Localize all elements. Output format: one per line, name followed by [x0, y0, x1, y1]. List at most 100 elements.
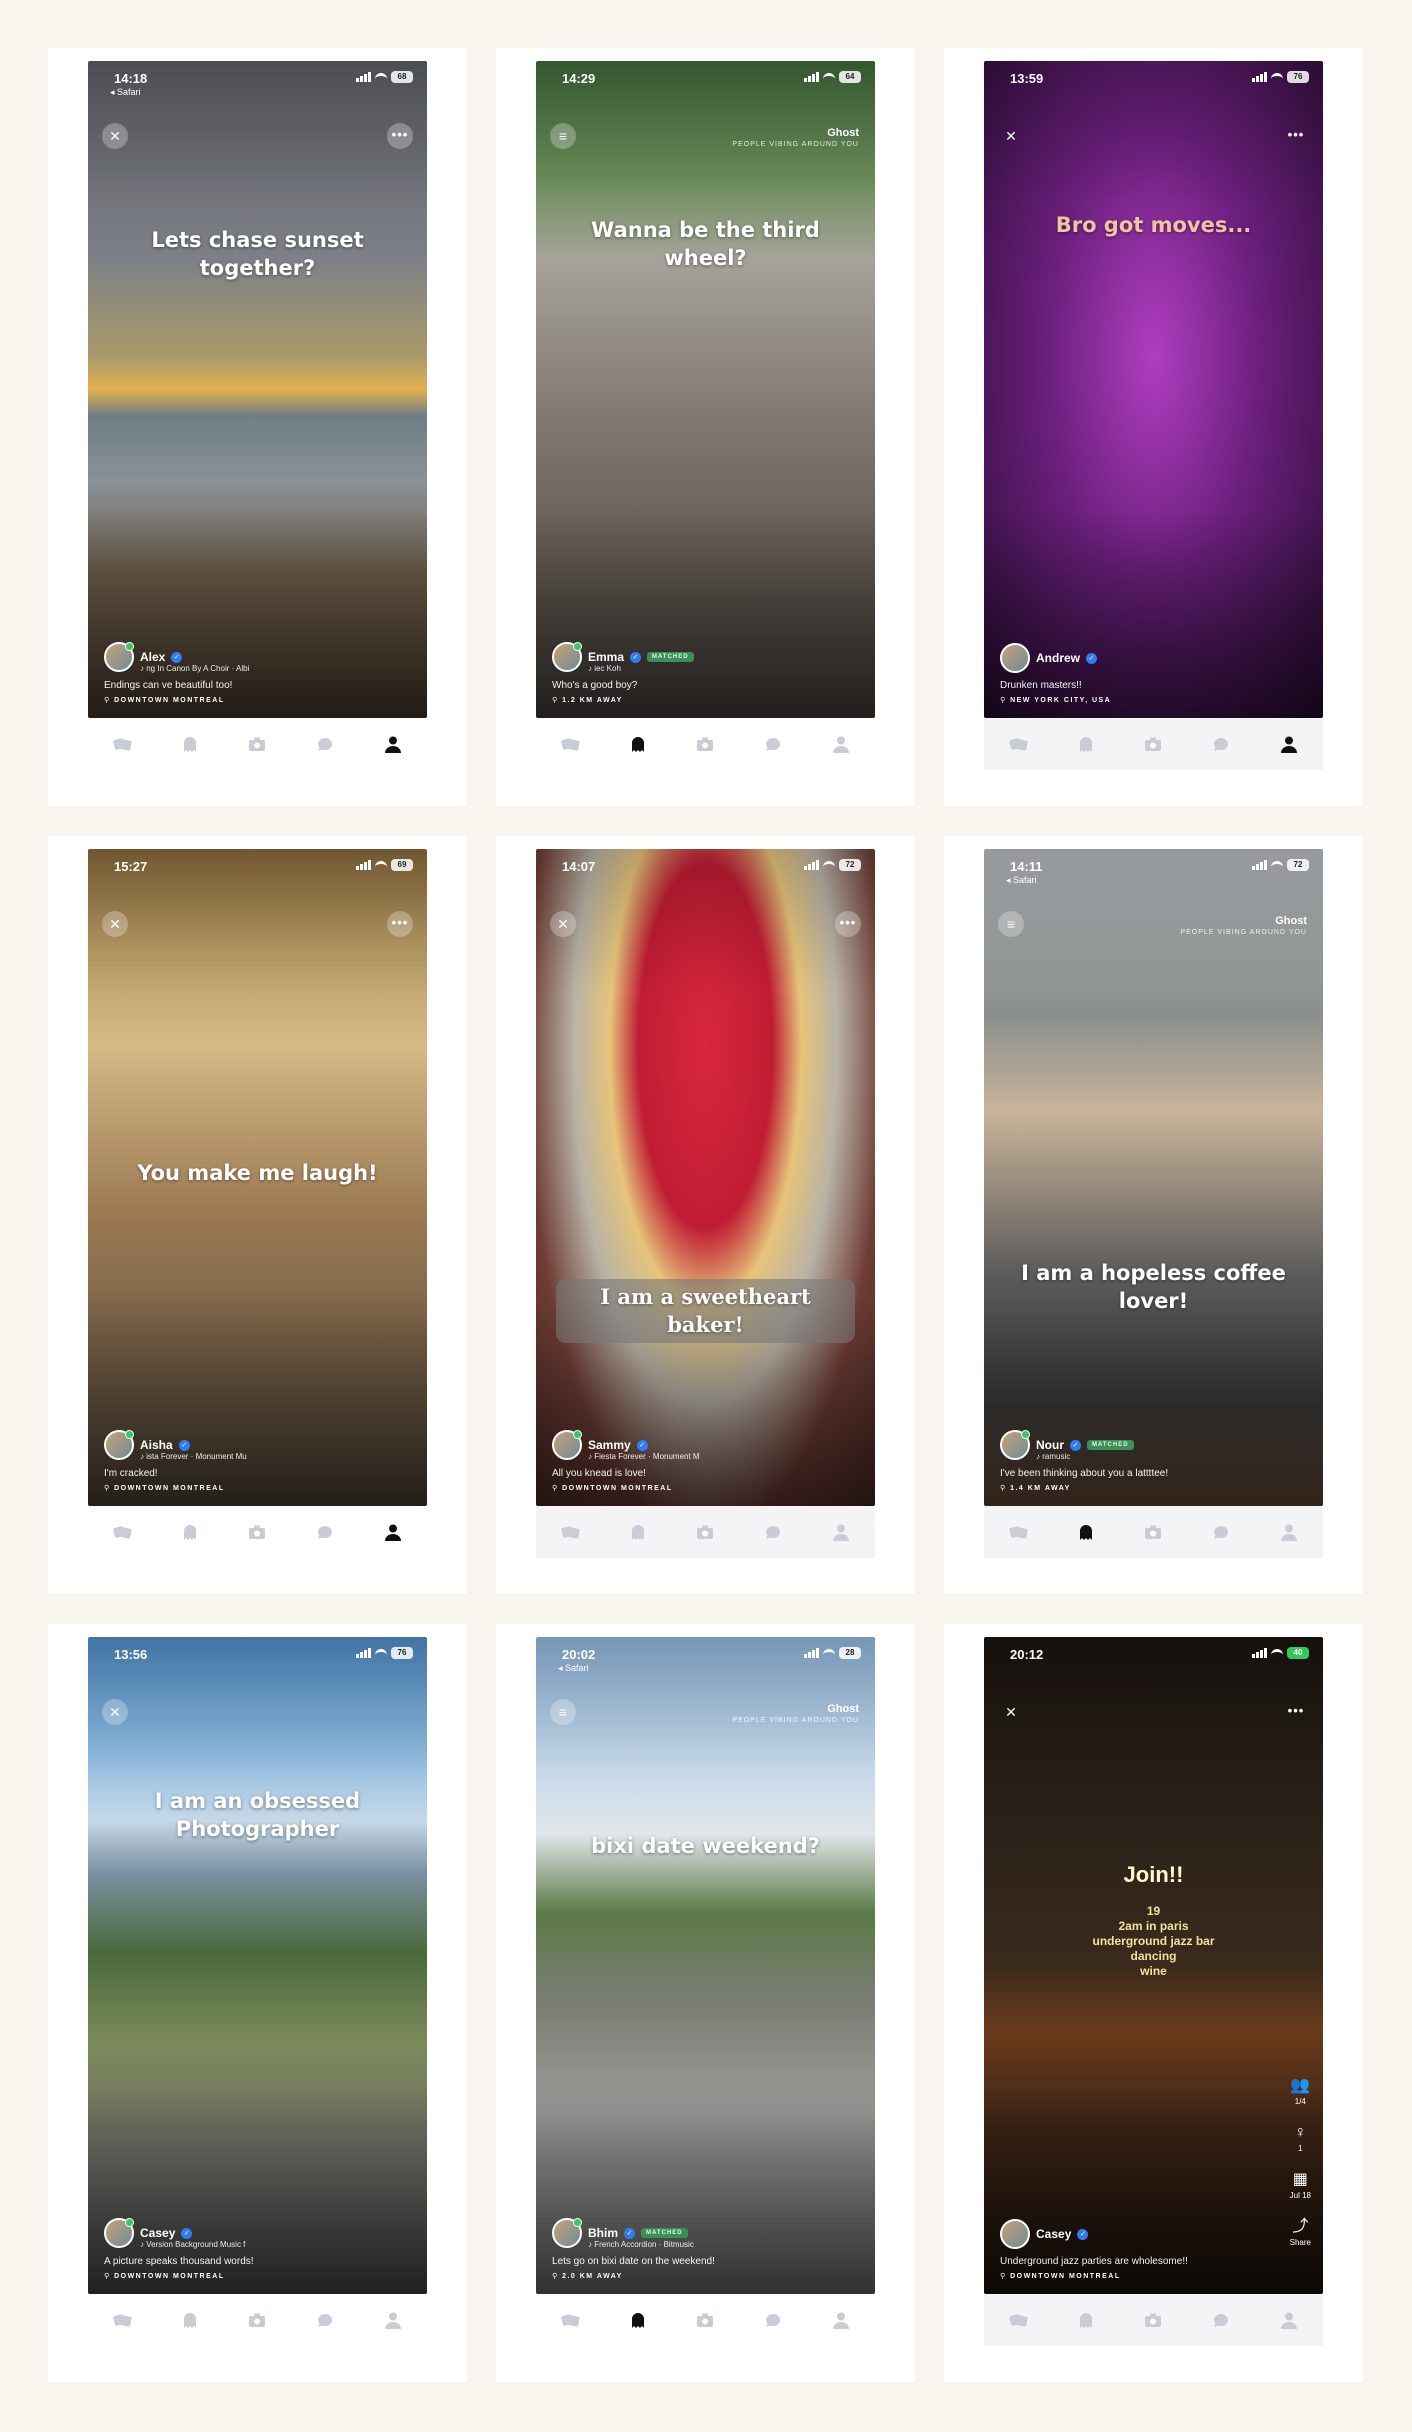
battery-icon: 72: [1287, 859, 1309, 871]
tab-profile[interactable]: [1278, 2309, 1300, 2331]
back-to-safari-link[interactable]: ◂ Safari: [558, 1663, 589, 1674]
tab-profile[interactable]: [382, 1521, 404, 1543]
more-icon[interactable]: •••: [835, 911, 861, 937]
tab-chat[interactable]: [1210, 2309, 1232, 2331]
music-track[interactable]: ♪ ramusic: [1036, 1452, 1307, 1461]
tab-ghost[interactable]: [627, 733, 649, 755]
music-track[interactable]: ♪ ng In Canon By A Choir · Albi: [140, 664, 411, 673]
user-name[interactable]: Alex: [140, 650, 165, 664]
location-text: DOWNTOWN MONTREAL: [1010, 2273, 1121, 2280]
tab-profile[interactable]: [382, 733, 404, 755]
user-name[interactable]: Casey: [140, 2226, 175, 2240]
back-to-safari-link[interactable]: ◂ Safari: [110, 87, 141, 98]
user-name[interactable]: Bhim: [588, 2226, 618, 2240]
music-track[interactable]: ♪ iec Koh: [588, 664, 859, 673]
filter-icon[interactable]: ≡: [550, 1699, 576, 1725]
close-icon[interactable]: ✕: [102, 911, 128, 937]
close-icon[interactable]: ✕: [550, 911, 576, 937]
status-time: 15:27: [114, 859, 148, 874]
tab-dice[interactable]: [559, 2309, 581, 2331]
user-name[interactable]: Aisha: [140, 1438, 173, 1452]
avatar[interactable]: [1000, 2219, 1030, 2249]
tab-chat[interactable]: [1210, 1521, 1232, 1543]
more-icon[interactable]: •••: [1283, 1699, 1309, 1725]
tab-dice[interactable]: [559, 733, 581, 755]
tab-camera[interactable]: [246, 2309, 268, 2331]
tab-ghost[interactable]: [179, 1521, 201, 1543]
tab-camera[interactable]: [1142, 1521, 1164, 1543]
tab-profile[interactable]: [1278, 1521, 1300, 1543]
tab-chat[interactable]: [1210, 733, 1232, 755]
close-icon[interactable]: ✕: [998, 1699, 1024, 1725]
tab-chat[interactable]: [314, 2309, 336, 2331]
back-to-safari-link[interactable]: ◂ Safari: [1006, 875, 1037, 886]
more-icon[interactable]: •••: [387, 123, 413, 149]
tab-dice[interactable]: [111, 733, 133, 755]
side-action[interactable]: ♀ 1: [1294, 2124, 1306, 2153]
avatar[interactable]: [552, 2218, 582, 2248]
tab-camera[interactable]: [694, 2309, 716, 2331]
tab-dice[interactable]: [559, 1521, 581, 1543]
tab-profile[interactable]: [830, 733, 852, 755]
tab-dice[interactable]: [111, 1521, 133, 1543]
phone-card: 14:18 ◂ Safari 68 ✕ ••• Lets chase sunset tog…: [48, 48, 467, 806]
side-action[interactable]: ▦ Jul 18: [1290, 2171, 1311, 2200]
tab-ghost[interactable]: [627, 2309, 649, 2331]
more-icon[interactable]: •••: [387, 911, 413, 937]
verified-badge-icon: ✓: [1086, 652, 1098, 664]
close-icon[interactable]: ✕: [998, 123, 1024, 149]
avatar[interactable]: [104, 2218, 134, 2248]
tab-camera[interactable]: [246, 733, 268, 755]
music-track[interactable]: ♪ French Accordion · Bitmusic: [588, 2240, 859, 2249]
tab-dice[interactable]: [1007, 1521, 1029, 1543]
tab-profile[interactable]: [830, 1521, 852, 1543]
tab-camera[interactable]: [1142, 733, 1164, 755]
tab-dice[interactable]: [1007, 733, 1029, 755]
user-name[interactable]: Nour: [1036, 1438, 1064, 1452]
avatar[interactable]: [1000, 643, 1030, 673]
tab-ghost[interactable]: [1075, 2309, 1097, 2331]
camera-icon: [249, 1525, 266, 1539]
ghost-mode-header: Ghost PEOPLE VIBING AROUND YOU: [732, 1703, 859, 1724]
tab-camera[interactable]: [246, 1521, 268, 1543]
tab-ghost[interactable]: [1075, 1521, 1097, 1543]
tab-chat[interactable]: [762, 733, 784, 755]
tab-ghost[interactable]: [179, 2309, 201, 2331]
tab-profile[interactable]: [1278, 733, 1300, 755]
side-action[interactable]: 👥 1/4: [1290, 2077, 1310, 2106]
tab-chat[interactable]: [762, 1521, 784, 1543]
online-dot: [125, 1430, 134, 1439]
avatar[interactable]: [552, 642, 582, 672]
user-name[interactable]: Andrew: [1036, 651, 1080, 665]
tab-ghost[interactable]: [179, 733, 201, 755]
user-name[interactable]: Sammy: [588, 1438, 631, 1452]
user-info: Alex ✓ ♪ ng In Canon By A Choir · Albi Endi…: [104, 642, 411, 704]
tab-camera[interactable]: [694, 1521, 716, 1543]
more-icon[interactable]: •••: [1283, 123, 1309, 149]
tab-chat[interactable]: [762, 2309, 784, 2331]
tab-profile[interactable]: [830, 2309, 852, 2331]
avatar[interactable]: [104, 642, 134, 672]
tab-dice[interactable]: [111, 2309, 133, 2331]
tab-chat[interactable]: [314, 733, 336, 755]
tab-camera[interactable]: [694, 733, 716, 755]
tab-camera[interactable]: [1142, 2309, 1164, 2331]
close-icon[interactable]: ✕: [102, 123, 128, 149]
close-icon[interactable]: ✕: [102, 1699, 128, 1725]
music-track[interactable]: ♪ ista Forever · Monument Mu: [140, 1452, 411, 1461]
music-track[interactable]: ♪ Version Background Music f: [140, 2240, 411, 2249]
music-track[interactable]: ♪ Fiesta Forever · Monument M: [588, 1452, 859, 1461]
avatar[interactable]: [552, 1430, 582, 1460]
filter-icon[interactable]: ≡: [550, 123, 576, 149]
tab-chat[interactable]: [314, 1521, 336, 1543]
filter-icon[interactable]: ≡: [998, 911, 1024, 937]
tab-dice[interactable]: [1007, 2309, 1029, 2331]
tab-ghost[interactable]: [1075, 733, 1097, 755]
tab-profile[interactable]: [382, 2309, 404, 2331]
user-name[interactable]: Emma: [588, 650, 624, 664]
avatar[interactable]: [104, 1430, 134, 1460]
avatar[interactable]: [1000, 1430, 1030, 1460]
tab-ghost[interactable]: [627, 1521, 649, 1543]
location-pin-icon: ⚲: [552, 2273, 563, 2280]
user-name[interactable]: Casey: [1036, 2227, 1071, 2241]
